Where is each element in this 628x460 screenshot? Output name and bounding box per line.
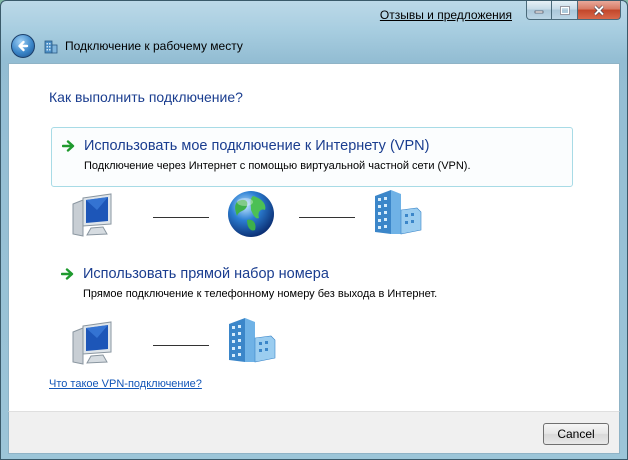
cancel-button[interactable]: Cancel (543, 423, 609, 445)
connection-line (153, 217, 209, 218)
office-building-icon (375, 190, 422, 235)
green-arrow-icon (61, 268, 74, 280)
dialup-diagram (69, 318, 429, 370)
computer-icon (72, 321, 112, 365)
option-description: Прямое подключение к телефонному номеру … (83, 288, 438, 300)
green-arrow-icon (62, 140, 75, 152)
window-title: Подключение к рабочему месту (65, 39, 243, 53)
back-button[interactable] (11, 34, 35, 58)
dialog-footer: Cancel (8, 411, 620, 454)
vpn-diagram (69, 190, 429, 242)
minimize-icon (534, 10, 544, 14)
option-direct-dial[interactable]: Использовать прямой набор номера Прямое … (51, 256, 573, 316)
option-title: Использовать прямой набор номера (83, 266, 329, 282)
option-description: Подключение через Интернет с помощью вир… (84, 160, 471, 172)
computer-icon (72, 193, 112, 237)
maximize-icon (559, 5, 570, 15)
maximize-button[interactable] (552, 1, 578, 20)
page-question: Как выполнить подключение? (49, 89, 243, 105)
feedback-link[interactable]: Отзывы и предложения (380, 8, 512, 22)
option-title: Использовать мое подключение к Интернету… (84, 138, 430, 154)
globe-icon (228, 191, 274, 237)
title-bar: Отзывы и предложения (1, 1, 627, 29)
connection-line (153, 345, 209, 346)
content-pane: Как выполнить подключение? Использовать … (8, 63, 620, 411)
close-button[interactable] (578, 1, 621, 20)
what-is-vpn-link[interactable]: Что такое VPN-подключение? (49, 378, 202, 390)
network-folder-icon (44, 40, 58, 54)
navigation-bar: Подключение к рабочему месту (1, 29, 627, 63)
option-use-vpn[interactable]: Использовать мое подключение к Интернету… (51, 127, 573, 187)
close-icon (593, 4, 605, 16)
minimize-button[interactable] (526, 1, 552, 20)
office-building-icon (229, 318, 276, 363)
connection-line (299, 217, 355, 218)
dialog-window: Отзывы и предложения Подключение к рабоч… (0, 0, 628, 460)
back-arrow-icon (18, 40, 29, 52)
caption-buttons (526, 1, 621, 21)
